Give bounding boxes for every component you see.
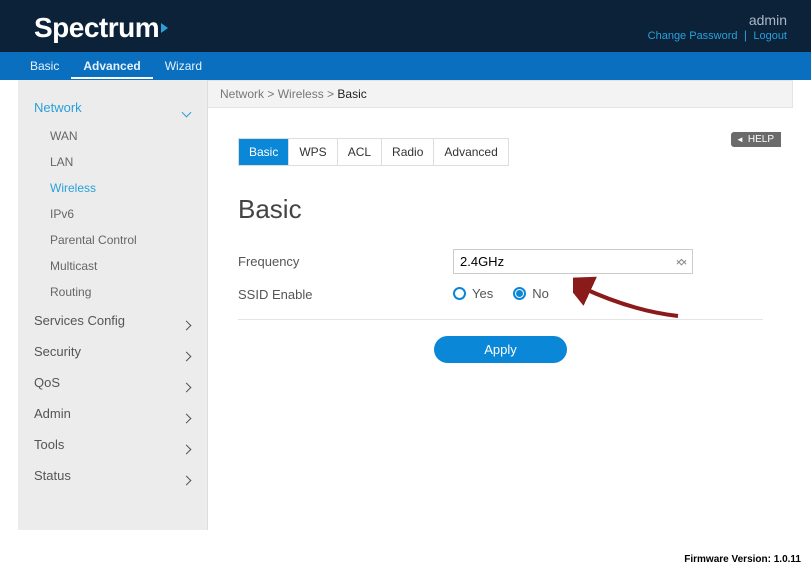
- ssid-enable-label: SSID Enable: [238, 287, 453, 302]
- sidebar-item-multicast[interactable]: Multicast: [18, 253, 207, 279]
- nav-wizard[interactable]: Wizard: [153, 53, 214, 79]
- sidebar-item-routing[interactable]: Routing: [18, 279, 207, 305]
- sidebar-item-lan[interactable]: LAN: [18, 149, 207, 175]
- radio-label-yes: Yes: [472, 286, 493, 301]
- footer: Firmware Version: 1.0.11: [0, 550, 811, 565]
- radio-icon: [513, 287, 526, 300]
- sidebar-group-label: Tools: [34, 437, 64, 452]
- ssid-enable-no[interactable]: No: [513, 286, 549, 301]
- main-nav: Basic Advanced Wizard: [0, 52, 811, 80]
- chevron-down-icon: [183, 104, 191, 112]
- frequency-label: Frequency: [238, 254, 453, 269]
- sidebar-group-tools[interactable]: Tools: [18, 429, 207, 460]
- chevron-right-icon: [183, 348, 191, 356]
- breadcrumb-basic: Basic: [337, 87, 366, 101]
- sidebar-group-services-config[interactable]: Services Config: [18, 305, 207, 336]
- tab-basic[interactable]: Basic: [239, 139, 289, 165]
- link-separator: |: [744, 28, 747, 42]
- breadcrumb: Network > Wireless > Basic: [208, 80, 793, 108]
- chevron-right-icon: [183, 410, 191, 418]
- chevron-right-icon: [183, 317, 191, 325]
- logout-link[interactable]: Logout: [753, 30, 787, 42]
- sub-tabs: Basic WPS ACL Radio Advanced: [238, 138, 509, 166]
- sidebar-group-label: Services Config: [34, 313, 125, 328]
- nav-advanced[interactable]: Advanced: [71, 53, 152, 79]
- tab-wps[interactable]: WPS: [289, 139, 337, 165]
- firmware-version: 1.0.11: [774, 554, 801, 565]
- tab-advanced[interactable]: Advanced: [434, 139, 507, 165]
- nav-basic[interactable]: Basic: [18, 53, 71, 79]
- sidebar-group-security[interactable]: Security: [18, 336, 207, 367]
- sidebar-group-label: QoS: [34, 375, 60, 390]
- breadcrumb-network[interactable]: Network: [220, 87, 264, 101]
- chevron-right-icon: [183, 472, 191, 480]
- radio-icon: [453, 287, 466, 300]
- apply-button[interactable]: Apply: [434, 336, 567, 363]
- tab-acl[interactable]: ACL: [338, 139, 382, 165]
- sidebar-group-label: Network: [34, 100, 82, 115]
- brand-text: Spectrum: [34, 12, 159, 44]
- firmware-label: Firmware Version:: [684, 554, 771, 565]
- topbar-right: admin Change Password | Logout: [648, 12, 787, 42]
- sidebar-item-wireless[interactable]: Wireless: [18, 175, 207, 201]
- sidebar-item-wan[interactable]: WAN: [18, 123, 207, 149]
- form-divider: [238, 319, 763, 320]
- sidebar-group-status[interactable]: Status: [18, 460, 207, 491]
- sidebar-group-label: Security: [34, 344, 81, 359]
- brand-caret-icon: [161, 23, 168, 33]
- change-password-link[interactable]: Change Password: [648, 30, 738, 42]
- frequency-select[interactable]: 2.4GHz: [453, 249, 693, 274]
- sidebar-item-ipv6[interactable]: IPv6: [18, 201, 207, 227]
- sidebar-group-network[interactable]: Network: [18, 92, 207, 123]
- ssid-enable-yes[interactable]: Yes: [453, 286, 493, 301]
- breadcrumb-wireless[interactable]: Wireless: [278, 87, 324, 101]
- row-frequency: Frequency 2.4GHz: [238, 243, 763, 280]
- chevron-right-icon: [183, 441, 191, 449]
- sidebar-group-admin[interactable]: Admin: [18, 398, 207, 429]
- section-title: Basic: [238, 194, 763, 225]
- sidebar-group-qos[interactable]: QoS: [18, 367, 207, 398]
- current-user: admin: [648, 12, 787, 28]
- radio-label-no: No: [532, 286, 549, 301]
- chevron-right-icon: [183, 379, 191, 387]
- sidebar-group-label: Status: [34, 468, 71, 483]
- tab-radio[interactable]: Radio: [382, 139, 434, 165]
- sidebar: Network WAN LAN Wireless IPv6 Parental C…: [18, 80, 208, 530]
- row-ssid-enable: SSID Enable Yes No: [238, 280, 763, 309]
- sidebar-group-label: Admin: [34, 406, 71, 421]
- sidebar-item-parental-control[interactable]: Parental Control: [18, 227, 207, 253]
- brand-logo: Spectrum: [34, 12, 168, 44]
